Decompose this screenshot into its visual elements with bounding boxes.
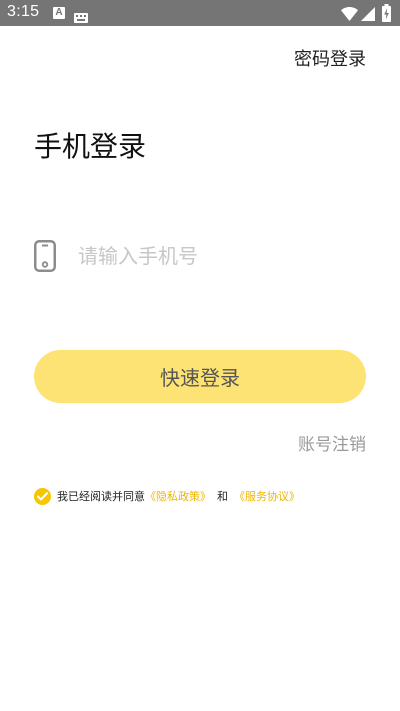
phone-input-row[interactable] — [34, 236, 366, 276]
checkmark-icon — [37, 491, 48, 500]
status-time: 3:15 — [7, 3, 40, 20]
a-notification-icon: A — [53, 7, 65, 19]
wifi-icon — [341, 6, 358, 25]
status-bar: 3:15 A — [0, 0, 400, 26]
quick-login-button[interactable]: 快速登录 — [34, 350, 366, 403]
phone-input[interactable] — [78, 236, 358, 276]
agreement-text: 我已经阅读并同意 — [57, 490, 145, 503]
account-cancel-link[interactable]: 账号注销 — [298, 430, 366, 455]
agreement-row: 我已经阅读并同意 《隐私政策》 和 《服务协议》 — [34, 487, 300, 505]
battery-charging-icon — [382, 4, 391, 26]
agree-checkbox[interactable] — [34, 487, 51, 505]
phone-icon — [34, 240, 56, 276]
privacy-policy-link[interactable]: 《隐私政策》 — [145, 488, 211, 504]
page-title: 手机登录 — [34, 130, 147, 163]
signal-icon — [361, 6, 375, 25]
service-agreement-link[interactable]: 《服务协议》 — [234, 488, 300, 504]
keyboard-icon — [74, 8, 88, 27]
password-login-link[interactable]: 密码登录 — [294, 45, 366, 71]
agreement-and-text: 和 — [217, 490, 228, 503]
